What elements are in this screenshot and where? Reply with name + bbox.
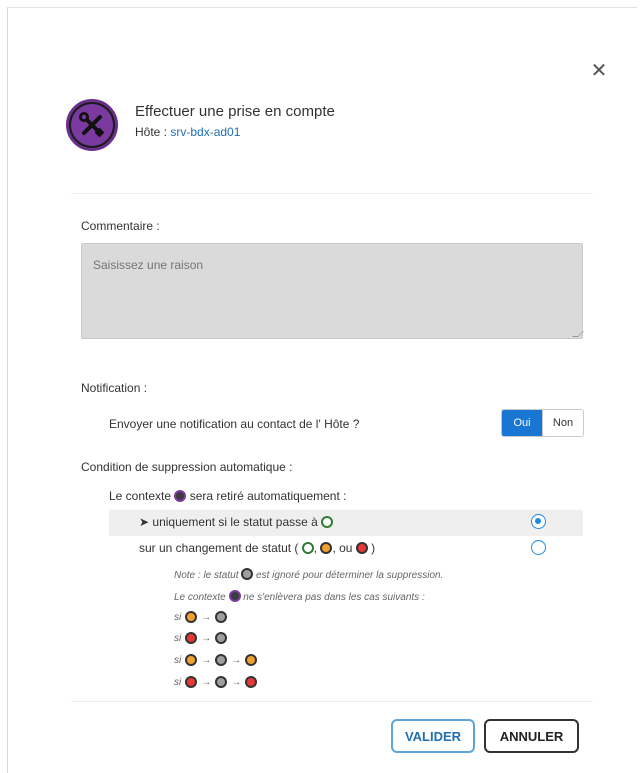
host-label: Hôte : — [135, 125, 168, 139]
critical-status-icon — [185, 676, 198, 688]
option-any-change-radio[interactable] — [531, 540, 546, 555]
warning-status-icon — [185, 654, 198, 666]
header-divider — [71, 193, 593, 194]
note1-prefix: Note : le statut — [174, 570, 239, 581]
host-line: Hôte : srv-bdx-ad01 — [135, 125, 240, 139]
unknown-status-icon — [215, 654, 228, 666]
close-icon[interactable]: ✕ — [590, 61, 608, 81]
option-any-change-text: sur un changement de statut ( — [139, 541, 299, 555]
notify-yes-button[interactable]: Oui — [502, 410, 542, 436]
dialog-title: Effectuer une prise en compte — [135, 103, 335, 120]
case-prefix: si — [174, 654, 182, 666]
case-critical-unknown: si → — [174, 632, 228, 644]
unknown-status-icon — [215, 676, 228, 688]
arrow-icon: → — [231, 676, 242, 688]
option-only-ok-label: ➤ uniquement si le statut passe à — [139, 515, 334, 529]
note1-suffix: est ignoré pour déterminer la suppressio… — [256, 570, 444, 581]
comment-label: Commentaire : — [81, 219, 160, 233]
notification-label: Notification : — [81, 381, 148, 395]
ok-status-icon — [321, 516, 334, 528]
arrow-icon: → — [201, 676, 212, 688]
context-status-icon — [228, 590, 241, 602]
case-critical-unknown-critical: si → → — [174, 676, 258, 688]
context-status-icon — [174, 490, 187, 502]
option-only-ok-text: ➤ uniquement si le statut passe à — [139, 515, 318, 529]
note2-suffix: ne s'enlèvera pas dans les cas suivants … — [243, 592, 425, 603]
notification-toggle: Oui Non — [501, 409, 584, 437]
host-link[interactable]: srv-bdx-ad01 — [170, 125, 240, 139]
critical-status-icon — [185, 632, 198, 644]
arrow-icon: → — [201, 654, 212, 666]
note2-prefix: Le contexte — [174, 592, 226, 603]
footer-divider — [71, 701, 593, 702]
option-any-change-suffix: ) — [371, 541, 376, 555]
context-line: Le contexte sera retiré automatiquement … — [109, 489, 346, 503]
notify-no-button[interactable]: Non — [542, 410, 583, 436]
warning-status-icon — [245, 654, 258, 666]
note-exceptions: Le contexte ne s'enlèvera pas dans les c… — [174, 590, 425, 603]
option-sep-1: , — [313, 541, 318, 555]
notification-question: Envoyer une notification au contact de l… — [109, 417, 360, 431]
context-prefix: Le contexte — [109, 489, 172, 503]
case-warning-unknown: si → — [174, 611, 228, 623]
critical-status-icon — [245, 676, 258, 688]
note-ignored-status: Note : le statut est ignoré pour détermi… — [174, 568, 443, 581]
option-any-change-label: sur un changement de statut ( , , ou ) — [139, 541, 375, 555]
case-prefix: si — [174, 611, 182, 623]
warning-status-icon — [185, 611, 198, 623]
acknowledge-avatar-icon — [66, 99, 118, 151]
arrow-icon: → — [231, 654, 242, 666]
cancel-button[interactable]: ANNULER — [484, 719, 579, 753]
context-suffix: sera retiré automatiquement : — [189, 489, 347, 503]
unknown-status-icon — [215, 632, 228, 644]
warning-status-icon — [320, 542, 333, 554]
validate-button[interactable]: VALIDER — [391, 719, 475, 753]
arrow-icon: → — [201, 632, 212, 644]
case-warning-unknown-warning: si → → — [174, 654, 258, 666]
critical-status-icon — [355, 542, 368, 554]
option-only-ok-radio[interactable] — [531, 514, 546, 529]
case-prefix: si — [174, 632, 182, 644]
unknown-status-icon — [241, 568, 254, 580]
case-prefix: si — [174, 676, 182, 688]
option-sep-2: , ou — [332, 541, 353, 555]
ok-status-icon — [301, 542, 314, 554]
auto-removal-label: Condition de suppression automatique : — [81, 460, 293, 474]
tools-icon — [71, 104, 113, 146]
comment-input[interactable] — [81, 243, 583, 339]
unknown-status-icon — [215, 611, 228, 623]
arrow-icon: → — [201, 611, 212, 623]
